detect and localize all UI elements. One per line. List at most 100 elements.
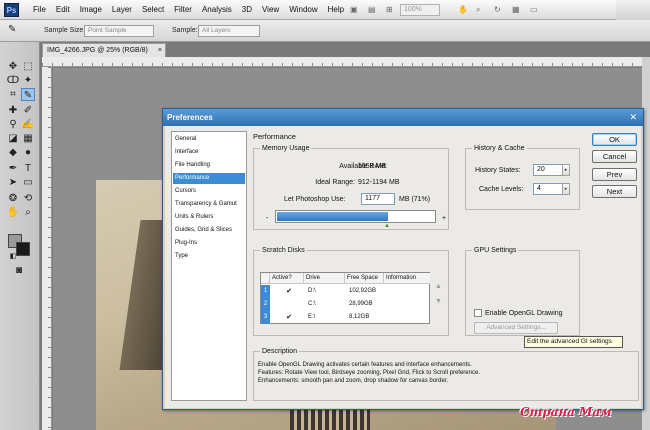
gradient-tool-icon[interactable]: ▦ bbox=[21, 132, 35, 145]
cache-levels-spinner[interactable]: ▸ bbox=[562, 183, 570, 195]
options-bar: ✎ Sample Size: Point Sample Sample: All … bbox=[0, 20, 650, 42]
eyedropper-tool-icon[interactable]: ✎ bbox=[21, 88, 35, 101]
menu-edit[interactable]: Edit bbox=[51, 0, 75, 20]
category-list: General Interface File Handling Performa… bbox=[171, 131, 247, 401]
quick-select-tool-icon[interactable]: ✦ bbox=[21, 74, 35, 87]
rotate-view-icon[interactable]: ↻ bbox=[494, 4, 501, 16]
table-row-number: 1 bbox=[261, 285, 270, 298]
category-general[interactable]: General bbox=[173, 134, 245, 145]
zoom-icon[interactable]: ⌕ bbox=[476, 4, 480, 16]
history-cache-label: History & Cache bbox=[472, 144, 527, 153]
cache-levels-input[interactable]: 4 bbox=[533, 183, 563, 195]
description-line: Enable OpenGL Drawing activates certain … bbox=[258, 362, 472, 368]
ram-usage-slider[interactable] bbox=[275, 210, 436, 223]
default-colors-icon[interactable]: ◧ bbox=[6, 250, 20, 263]
sample-size-select[interactable]: Point Sample bbox=[84, 25, 154, 37]
sample-select[interactable]: All Layers bbox=[198, 25, 260, 37]
marquee-tool-icon[interactable]: ⬚ bbox=[21, 60, 35, 73]
crop-tool-icon[interactable]: ⌗ bbox=[6, 88, 20, 101]
history-states-input[interactable]: 20 bbox=[533, 164, 563, 176]
cancel-button[interactable]: Cancel bbox=[592, 150, 637, 163]
window-controls[interactable] bbox=[616, 0, 650, 20]
move-tool-icon[interactable]: ✥ bbox=[6, 60, 20, 73]
menu-filter[interactable]: Filter bbox=[169, 0, 197, 20]
history-states-spinner[interactable]: ▸ bbox=[562, 164, 570, 176]
category-interface[interactable]: Interface bbox=[173, 147, 245, 158]
history-states-label: History States: bbox=[475, 167, 521, 174]
prev-button[interactable]: Prev bbox=[592, 168, 637, 181]
eraser-tool-icon[interactable]: ◪ bbox=[6, 132, 20, 145]
category-type[interactable]: Type bbox=[173, 251, 245, 262]
path-selection-tool-icon[interactable]: ➤ bbox=[6, 176, 20, 189]
menu-help[interactable]: Help bbox=[323, 0, 349, 20]
zoom-level-combo[interactable]: 100% bbox=[400, 4, 440, 16]
enable-opengl-checkbox[interactable] bbox=[474, 309, 482, 317]
3d-rotate-tool-icon[interactable]: ❂ bbox=[6, 192, 20, 205]
zoom-tool-icon[interactable]: ⌕ bbox=[21, 206, 35, 219]
next-button[interactable]: Next bbox=[592, 185, 637, 198]
close-icon[interactable]: × bbox=[158, 44, 162, 57]
category-performance[interactable]: Performance bbox=[173, 173, 245, 184]
eyedropper-tool-icon[interactable]: ✎ bbox=[8, 24, 16, 35]
quick-mask-icon[interactable]: ◙ bbox=[12, 264, 26, 277]
category-transparency-gamut[interactable]: Transparency & Gamut bbox=[173, 199, 245, 210]
clone-stamp-tool-icon[interactable]: ⚲ bbox=[6, 118, 20, 131]
hand-tool-icon[interactable]: ✋ bbox=[6, 206, 20, 219]
document-tab[interactable]: IMG_4266.JPG @ 25% (RGB/8) × bbox=[42, 43, 166, 57]
menu-file[interactable]: File bbox=[28, 0, 51, 20]
close-icon[interactable]: ✕ bbox=[629, 111, 637, 124]
dodge-tool-icon[interactable]: ● bbox=[21, 146, 35, 159]
menu-bar: Ps File Edit Image Layer Select Filter A… bbox=[0, 0, 650, 20]
type-tool-icon[interactable]: T bbox=[21, 162, 35, 175]
sample-size-label: Sample Size: bbox=[44, 27, 86, 34]
table-cell-information bbox=[386, 311, 388, 324]
category-guides-grid-slices[interactable]: Guides, Grid & Slices bbox=[173, 225, 245, 236]
move-up-arrow-icon[interactable]: ▲ bbox=[435, 283, 442, 290]
screen-mode-icon[interactable]: ▭ bbox=[530, 4, 538, 16]
hand-icon[interactable]: ✋ bbox=[458, 4, 468, 16]
photoshop-logo: Ps bbox=[4, 3, 19, 17]
pen-tool-icon[interactable]: ✒ bbox=[6, 162, 20, 175]
table-header-information: Information bbox=[384, 273, 430, 284]
brush-tool-icon[interactable]: ✐ bbox=[21, 104, 35, 117]
menu-layer[interactable]: Layer bbox=[107, 0, 137, 20]
blur-tool-icon[interactable]: ◆ bbox=[6, 146, 20, 159]
mini-bridge-icon[interactable]: ▤ bbox=[368, 4, 376, 16]
menu-view[interactable]: View bbox=[257, 0, 284, 20]
lasso-tool-icon[interactable]: ↀ bbox=[6, 74, 20, 87]
scratch-disk-active-checkbox[interactable]: ✔ bbox=[285, 288, 293, 296]
shape-tool-icon[interactable]: ▭ bbox=[21, 176, 35, 189]
ram-slider-thumb-icon[interactable]: ▲ bbox=[384, 223, 390, 229]
extras-icon[interactable]: ⊞ bbox=[386, 4, 393, 16]
category-units-rulers[interactable]: Units & Rulers bbox=[173, 212, 245, 223]
category-file-handling[interactable]: File Handling bbox=[173, 160, 245, 171]
dialog-titlebar[interactable]: Preferences ✕ bbox=[163, 109, 643, 126]
arrange-documents-icon[interactable]: ▦ bbox=[512, 4, 520, 16]
site-watermark: Страна Мам bbox=[520, 405, 612, 419]
bridge-icon[interactable]: ▣ bbox=[350, 4, 358, 16]
advanced-settings-button[interactable]: Advanced Settings... bbox=[474, 322, 558, 334]
menu-analysis[interactable]: Analysis bbox=[197, 0, 237, 20]
menu-select[interactable]: Select bbox=[137, 0, 169, 20]
document-tab-title: IMG_4266.JPG @ 25% (RGB/8) bbox=[47, 47, 148, 54]
category-cursors[interactable]: Cursors bbox=[173, 186, 245, 197]
history-brush-tool-icon[interactable]: ✍ bbox=[21, 118, 35, 131]
3d-orbit-tool-icon[interactable]: ⟲ bbox=[21, 192, 35, 205]
menu-image[interactable]: Image bbox=[75, 0, 107, 20]
scratch-disk-active-checkbox[interactable]: ✔ bbox=[285, 314, 293, 322]
table-header-active: Active? bbox=[270, 273, 304, 284]
scratch-disk-active-checkbox[interactable] bbox=[285, 301, 293, 309]
preferences-dialog: Preferences ✕ General Interface File Han… bbox=[162, 108, 644, 410]
menu-3d[interactable]: 3D bbox=[237, 0, 257, 20]
table-cell-information bbox=[386, 298, 388, 311]
description-line: Features: Rotate View tool, Birdseye zoo… bbox=[258, 370, 480, 376]
memory-usage-label: Memory Usage bbox=[260, 144, 312, 153]
ok-button[interactable]: OK bbox=[592, 133, 637, 146]
move-down-arrow-icon[interactable]: ▼ bbox=[435, 298, 442, 305]
history-cache-group: History & Cache bbox=[465, 144, 580, 210]
ram-usage-input[interactable]: 1177 bbox=[361, 193, 395, 205]
menu-window[interactable]: Window bbox=[284, 0, 322, 20]
minus-icon: - bbox=[266, 215, 269, 222]
healing-brush-tool-icon[interactable]: ✚ bbox=[6, 104, 20, 117]
category-plug-ins[interactable]: Plug-Ins bbox=[173, 238, 245, 249]
